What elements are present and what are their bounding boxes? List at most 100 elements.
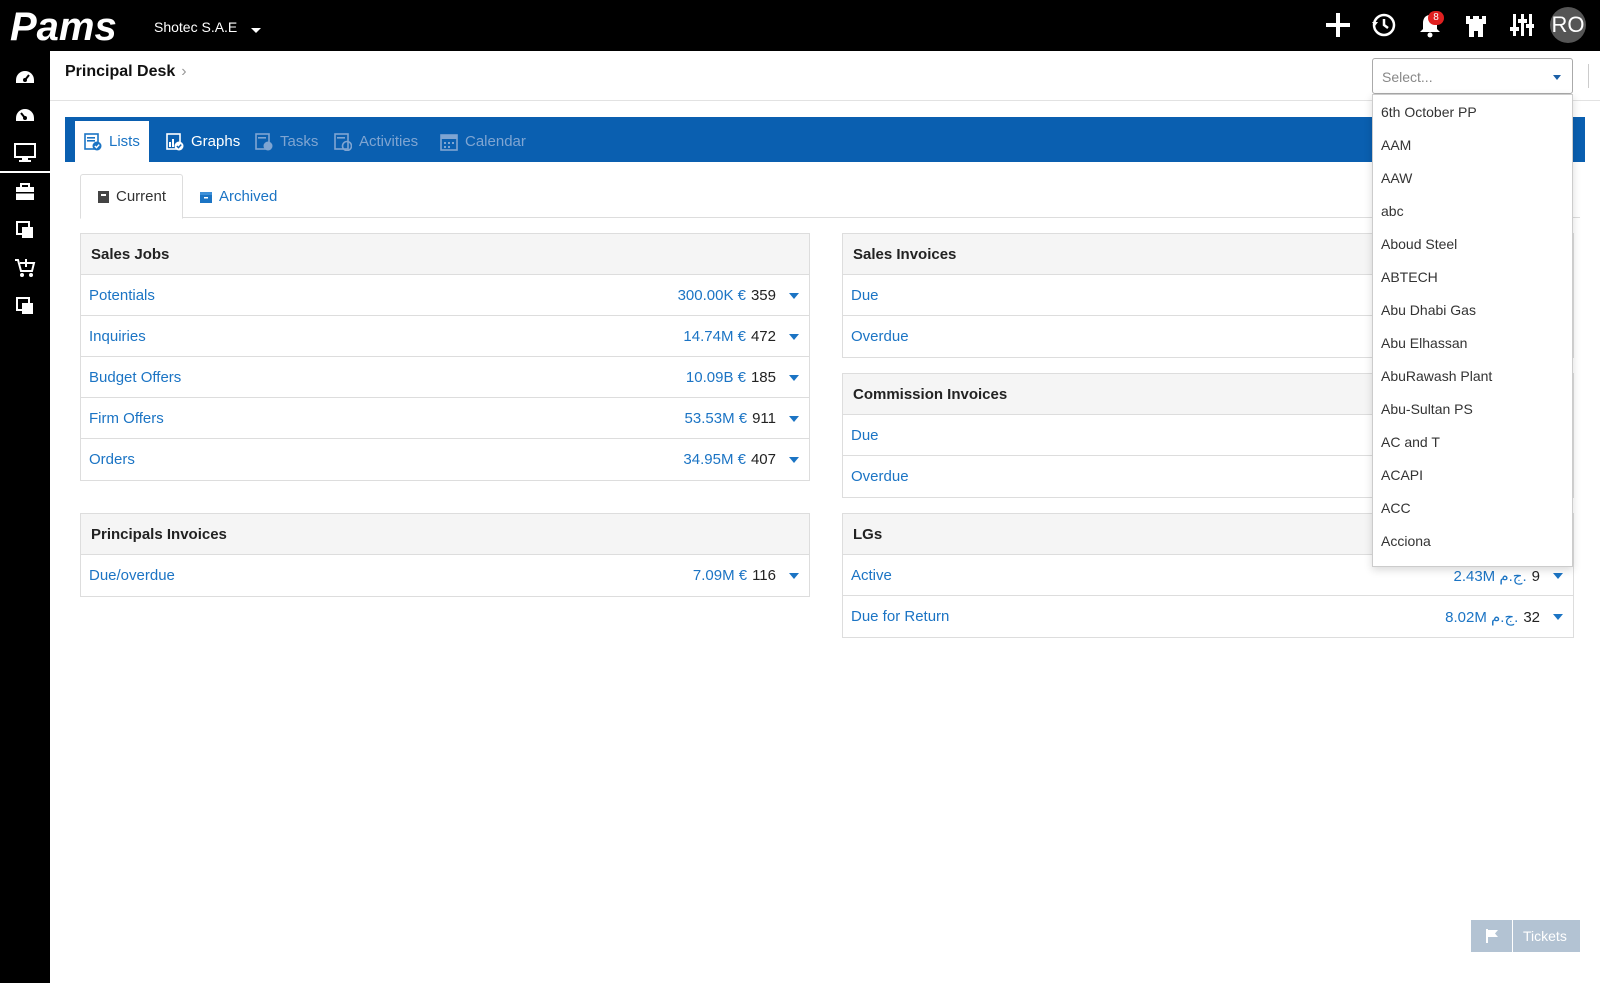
dropdown-option[interactable]: ACC	[1373, 491, 1572, 524]
briefcase-icon[interactable]	[0, 173, 50, 211]
dropdown-option[interactable]: Abu-Sultan PS	[1373, 392, 1572, 425]
tickets-button[interactable]: Tickets	[1471, 920, 1580, 952]
dropdown-option[interactable]: AC and T	[1373, 425, 1572, 458]
list-check-icon	[84, 132, 102, 150]
principal-select[interactable]: Select...	[1372, 58, 1573, 94]
dropdown-option[interactable]: abc	[1373, 194, 1572, 227]
caret-down-icon[interactable]	[789, 415, 799, 422]
row-label[interactable]: Potentials	[89, 287, 155, 304]
page-header: Principal Desk ›	[50, 51, 1600, 101]
row-label[interactable]: Inquiries	[89, 328, 146, 345]
row-amount[interactable]: 300.00K €	[678, 287, 746, 304]
sliders-icon[interactable]	[1504, 7, 1540, 43]
row-label[interactable]: Overdue	[851, 468, 909, 485]
caret-down-icon[interactable]	[789, 333, 799, 340]
row-label[interactable]: Active	[851, 567, 892, 584]
row-amount[interactable]: 34.95M €	[683, 451, 746, 468]
archive-box-icon	[98, 190, 109, 203]
row-amount[interactable]: 7.09M €	[693, 567, 747, 584]
row-label[interactable]: Due	[851, 287, 879, 304]
tasks-icon	[255, 132, 273, 150]
row-label[interactable]: Orders	[89, 451, 135, 468]
dropdown-option[interactable]: AbuRawash Plant	[1373, 359, 1572, 392]
row-amount[interactable]: 53.53M €	[685, 410, 748, 427]
notification-badge: 8	[1428, 11, 1444, 25]
castle-icon[interactable]	[1458, 7, 1494, 43]
tickets-label: Tickets	[1523, 928, 1567, 944]
row-count: 911	[752, 410, 776, 427]
dropdown-option[interactable]: Abu Elhassan	[1373, 326, 1572, 359]
dashboard-icon[interactable]	[0, 59, 50, 97]
documents-alt-icon[interactable]	[0, 287, 50, 325]
table-row: Budget Offers 10.09B €185	[81, 357, 809, 398]
tab-lists[interactable]: Lists	[75, 121, 149, 162]
row-label[interactable]: Firm Offers	[89, 410, 164, 427]
caret-down-icon[interactable]	[789, 572, 799, 579]
row-amount[interactable]: 8.02M ج.م.	[1445, 608, 1518, 626]
tab-label: Activities	[359, 133, 419, 150]
row-label[interactable]: Due/overdue	[89, 567, 175, 584]
tab-graphs[interactable]: Graphs	[157, 121, 249, 162]
plus-icon[interactable]	[1320, 7, 1356, 43]
row-label[interactable]: Overdue	[851, 328, 909, 345]
row-amount[interactable]: 2.43M ج.م.	[1453, 567, 1526, 585]
table-row: Firm Offers 53.53M €911	[81, 398, 809, 439]
dashboard-alt-icon[interactable]	[0, 97, 50, 135]
subtab-label: Archived	[219, 188, 278, 205]
sidebar	[0, 51, 50, 983]
panel-title: Principals Invoices	[81, 514, 809, 555]
subtab-current[interactable]: Current	[80, 174, 184, 219]
dropdown-option[interactable]: ABTECH	[1373, 260, 1572, 293]
table-row: Orders 34.95M €407	[81, 439, 809, 480]
row-count: 9	[1531, 567, 1540, 585]
chevron-right-icon: ›	[181, 63, 187, 80]
dropdown-option[interactable]: AAW	[1373, 161, 1572, 194]
dropdown-option[interactable]: Abu Dhabi Gas	[1373, 293, 1572, 326]
cart-icon[interactable]	[0, 249, 50, 287]
row-count: 359	[750, 287, 776, 304]
page-title: Principal Desk	[65, 63, 176, 80]
dropdown-option[interactable]: ACAPI	[1373, 458, 1572, 491]
activities-icon	[334, 132, 352, 151]
company-switcher[interactable]: Shotec S.A.E	[154, 19, 262, 35]
archive-icon	[200, 191, 212, 203]
row-label[interactable]: Due for Return	[851, 608, 949, 625]
caret-down-icon[interactable]	[1553, 614, 1563, 620]
row-label[interactable]: Budget Offers	[89, 369, 181, 386]
select-placeholder: Select...	[1382, 69, 1433, 85]
documents-icon[interactable]	[0, 211, 50, 249]
calendar-icon	[440, 133, 458, 151]
caret-down-icon[interactable]	[1553, 573, 1563, 579]
table-row: Potentials 300.00K €359	[81, 275, 809, 316]
flag-icon	[1471, 920, 1513, 952]
row-amount[interactable]: 10.09B €	[686, 369, 746, 386]
table-row: Due for Return 8.02M ج.م. 32	[843, 596, 1573, 637]
history-icon[interactable]	[1366, 7, 1402, 43]
dropdown-option[interactable]: AAM	[1373, 128, 1572, 161]
subtab-label: Current	[116, 188, 167, 205]
dropdown-option[interactable]: Aboud Steel	[1373, 227, 1572, 260]
row-label[interactable]: Due	[851, 427, 879, 444]
main-tabbar: Lists Graphs Tasks Activities Calendar	[65, 117, 1585, 162]
row-amount[interactable]: 14.74M €	[683, 328, 746, 345]
tab-label: Calendar	[465, 133, 526, 150]
caret-down-icon[interactable]	[789, 374, 799, 381]
sales-jobs-panel: Sales Jobs Potentials 300.00K €359 Inqui…	[80, 233, 810, 481]
principals-invoices-panel: Principals Invoices Due/overdue 7.09M € 1…	[80, 513, 810, 597]
tab-tasks[interactable]: Tasks	[246, 121, 327, 162]
pams-logo[interactable]: Pams	[10, 5, 130, 49]
dropdown-option[interactable]: 6th October PP	[1373, 95, 1572, 128]
svg-text:Pams: Pams	[10, 6, 117, 46]
table-row: Inquiries 14.74M €472	[81, 316, 809, 357]
user-avatar[interactable]: RO	[1550, 7, 1586, 43]
row-count: 116	[752, 567, 776, 584]
monitor-icon[interactable]	[0, 135, 50, 173]
tab-activities[interactable]: Activities	[325, 121, 427, 162]
dropdown-option[interactable]: Acciona	[1373, 524, 1572, 557]
tab-label: Tasks	[280, 133, 319, 150]
bell-icon[interactable]: 8	[1412, 7, 1448, 43]
caret-down-icon[interactable]	[789, 456, 799, 463]
caret-down-icon[interactable]	[789, 292, 799, 299]
tab-calendar[interactable]: Calendar	[431, 121, 535, 162]
subtab-archived[interactable]: Archived	[183, 174, 293, 219]
